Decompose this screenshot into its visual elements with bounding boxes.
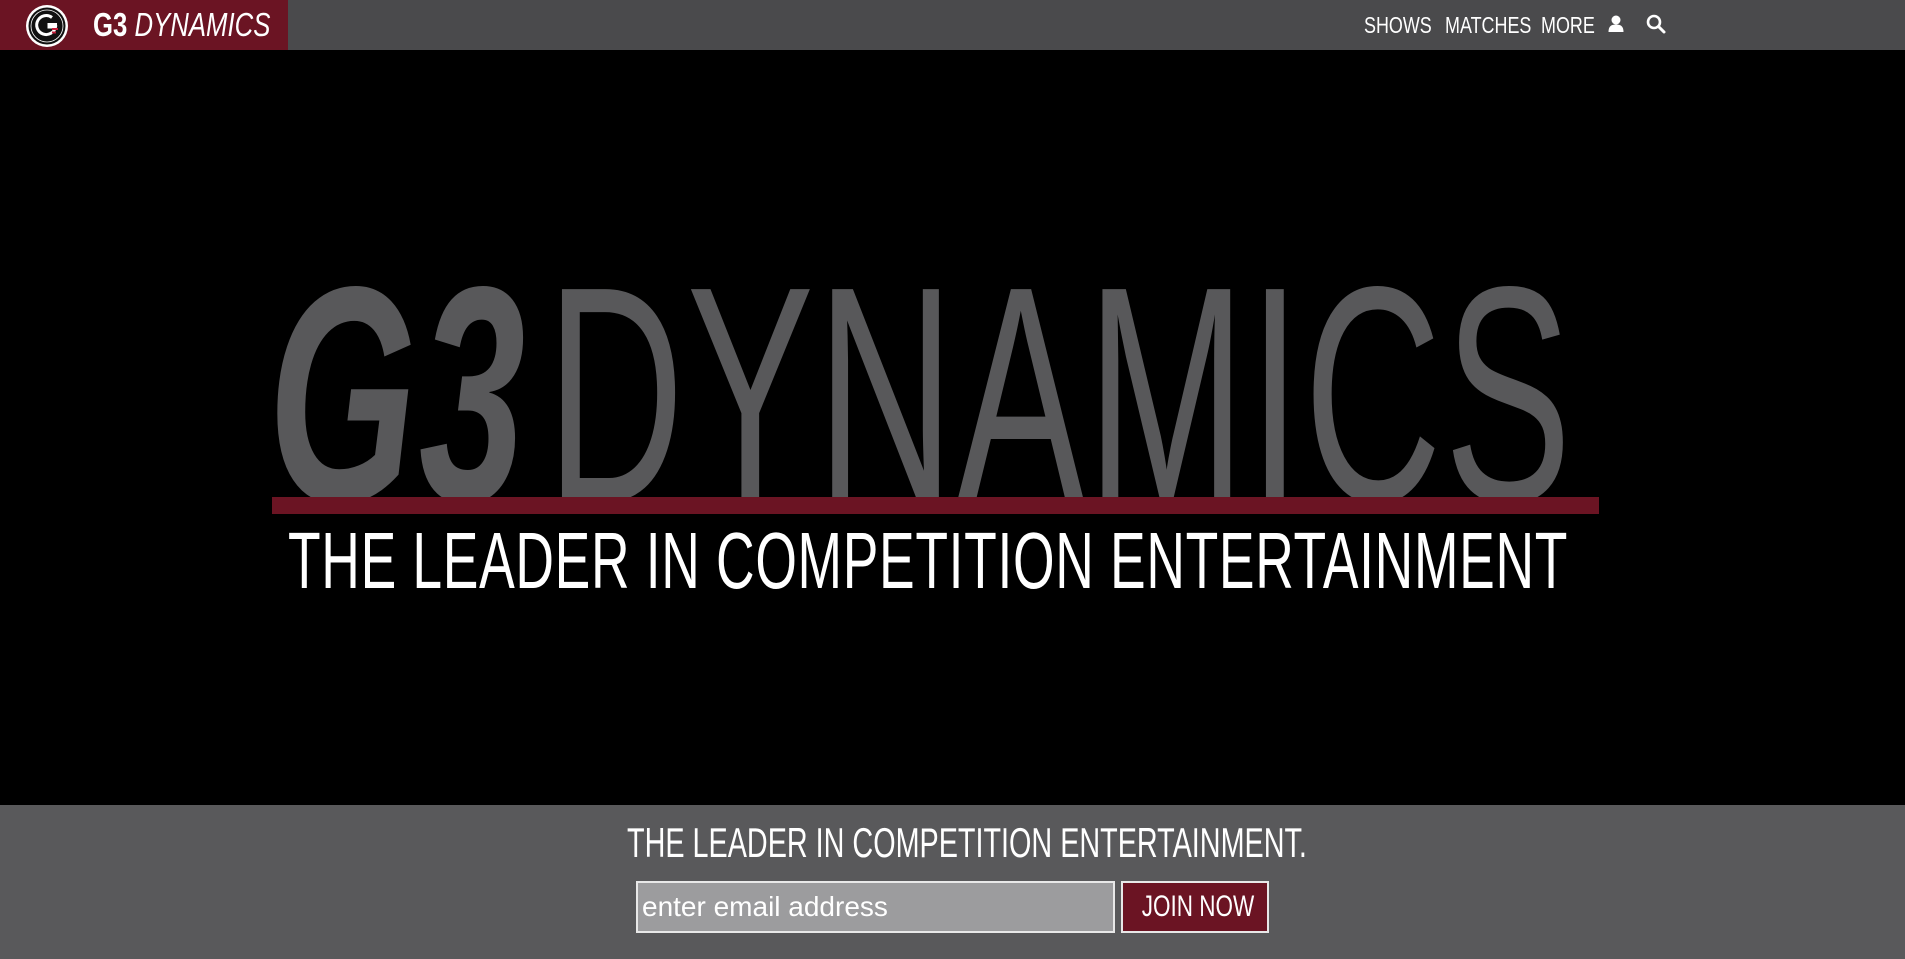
g3-logo-icon bbox=[26, 5, 68, 47]
top-navigation-bar: G3 DYNAMICS SHOWS MATCHES MORE bbox=[0, 0, 1905, 50]
user-icon[interactable] bbox=[1605, 13, 1627, 35]
brand-wordmark-g3: G3 bbox=[93, 6, 128, 43]
join-now-button-label: JOIN NOW bbox=[1141, 890, 1255, 923]
brand-wordmark: G3 DYNAMICS bbox=[93, 6, 270, 44]
nav-matches-link[interactable]: MATCHES bbox=[1445, 11, 1531, 39]
brand-home-link[interactable]: G3 DYNAMICS bbox=[0, 0, 288, 50]
newsletter-signup: THE LEADER IN COMPETITION ENTERTAINMENT.… bbox=[0, 805, 1905, 959]
join-now-button[interactable]: JOIN NOW bbox=[1121, 881, 1269, 933]
email-input[interactable] bbox=[636, 881, 1115, 933]
nav-more-link[interactable]: MORE bbox=[1541, 11, 1595, 39]
hero-divider-rule bbox=[272, 497, 1599, 514]
hero-tagline: THE LEADER IN COMPETITION ENTERTAINMENT bbox=[288, 516, 1569, 605]
hero-banner: G3DYNAMICS THE LEADER IN COMPETITION ENT… bbox=[0, 50, 1905, 805]
brand-wordmark-dynamics: DYNAMICS bbox=[134, 6, 271, 43]
search-icon[interactable] bbox=[1645, 13, 1667, 35]
nav-shows-link[interactable]: SHOWS bbox=[1364, 11, 1432, 39]
signup-heading: THE LEADER IN COMPETITION ENTERTAINMENT. bbox=[627, 819, 1307, 866]
